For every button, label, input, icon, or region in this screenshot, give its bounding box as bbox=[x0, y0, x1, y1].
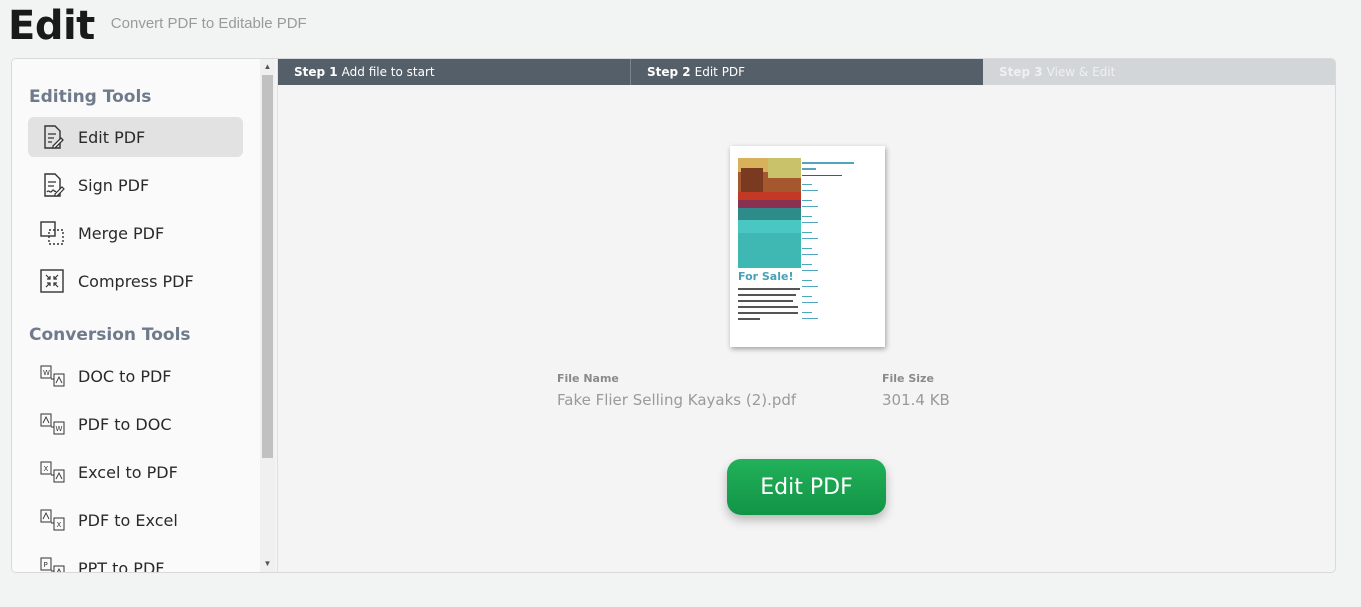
workspace: Step 1 Add file to start Step 2 Edit PDF… bbox=[277, 59, 1335, 572]
sidebar-item-label: PPT to PDF bbox=[78, 558, 165, 573]
svg-text:W: W bbox=[43, 369, 50, 377]
sidebar-item-label: PDF to DOC bbox=[78, 414, 172, 434]
sidebar-item-pdf-to-excel[interactable]: X PDF to Excel bbox=[28, 500, 243, 540]
sign-pdf-icon bbox=[38, 171, 66, 199]
svg-text:P: P bbox=[44, 561, 48, 569]
flier-photo bbox=[738, 158, 801, 268]
page-title: Edit bbox=[8, 3, 95, 49]
sidebar-item-label: Excel to PDF bbox=[78, 462, 178, 482]
doc-to-pdf-icon: W bbox=[38, 362, 66, 390]
sidebar-item-label: Sign PDF bbox=[78, 175, 150, 195]
sidebar-item-merge-pdf[interactable]: Merge PDF bbox=[28, 213, 243, 253]
scroll-up-icon[interactable]: ▲ bbox=[263, 62, 272, 72]
svg-text:X: X bbox=[44, 465, 49, 473]
step-number: Step 3 bbox=[999, 65, 1043, 79]
compress-pdf-icon bbox=[38, 267, 66, 295]
step-2: Step 2 Edit PDF bbox=[630, 59, 983, 85]
edit-pdf-button[interactable]: Edit PDF bbox=[727, 459, 886, 515]
pdf-to-doc-icon: W bbox=[38, 410, 66, 438]
file-name-value: Fake Flier Selling Kayaks (2).pdf bbox=[557, 391, 797, 409]
edit-pdf-icon bbox=[38, 123, 66, 151]
file-size-value: 301.4 KB bbox=[882, 391, 950, 409]
sidebar-item-compress-pdf[interactable]: Compress PDF bbox=[28, 261, 243, 301]
file-name-label: File Name bbox=[557, 372, 619, 385]
step-label: Add file to start bbox=[341, 65, 435, 79]
excel-to-pdf-icon: X bbox=[38, 458, 66, 486]
sidebar-item-label: Merge PDF bbox=[78, 223, 165, 243]
sidebar-item-edit-pdf[interactable]: Edit PDF bbox=[28, 117, 243, 157]
sidebar-item-sign-pdf[interactable]: Sign PDF bbox=[28, 165, 243, 205]
step-label: View & Edit bbox=[1046, 65, 1116, 79]
merge-pdf-icon bbox=[38, 219, 66, 247]
step-progress-bar: Step 1 Add file to start Step 2 Edit PDF… bbox=[278, 59, 1335, 85]
sidebar-item-label: Compress PDF bbox=[78, 271, 194, 291]
svg-text:W: W bbox=[56, 425, 63, 433]
section-title-conversion-tools: Conversion Tools bbox=[29, 325, 191, 345]
step-1: Step 1 Add file to start bbox=[278, 59, 630, 85]
sidebar-item-ppt-to-pdf[interactable]: P PPT to PDF bbox=[28, 548, 243, 572]
tools-sidebar: Editing Tools Edit PDF Sign PDF Merge PD… bbox=[12, 59, 260, 572]
scroll-down-icon[interactable]: ▼ bbox=[263, 559, 272, 569]
main-panel: Editing Tools Edit PDF Sign PDF Merge PD… bbox=[11, 58, 1336, 573]
svg-text:X: X bbox=[57, 521, 62, 529]
page-header: Edit Convert PDF to Editable PDF bbox=[8, 0, 307, 50]
step-number: Step 2 bbox=[647, 65, 691, 79]
sidebar-item-label: DOC to PDF bbox=[78, 366, 172, 386]
scroll-thumb[interactable] bbox=[262, 75, 273, 458]
flier-heading: For Sale! bbox=[738, 270, 794, 283]
ppt-to-pdf-icon: P bbox=[38, 554, 66, 572]
sidebar-item-label: Edit PDF bbox=[78, 127, 146, 147]
page-subtitle: Convert PDF to Editable PDF bbox=[110, 15, 307, 32]
step-label: Edit PDF bbox=[694, 65, 746, 79]
sidebar-item-doc-to-pdf[interactable]: W DOC to PDF bbox=[28, 356, 243, 396]
sidebar-item-excel-to-pdf[interactable]: X Excel to PDF bbox=[28, 452, 243, 492]
step-number: Step 1 bbox=[294, 65, 338, 79]
pdf-preview-thumbnail: For Sale! bbox=[730, 146, 885, 347]
file-size-label: File Size bbox=[882, 372, 934, 385]
section-title-editing-tools: Editing Tools bbox=[29, 87, 152, 107]
step-3: Step 3 View & Edit bbox=[983, 59, 1335, 85]
sidebar-scrollbar[interactable]: ▲ ▼ bbox=[260, 59, 275, 572]
sidebar-item-pdf-to-doc[interactable]: W PDF to DOC bbox=[28, 404, 243, 444]
pdf-to-excel-icon: X bbox=[38, 506, 66, 534]
sidebar-item-label: PDF to Excel bbox=[78, 510, 178, 530]
